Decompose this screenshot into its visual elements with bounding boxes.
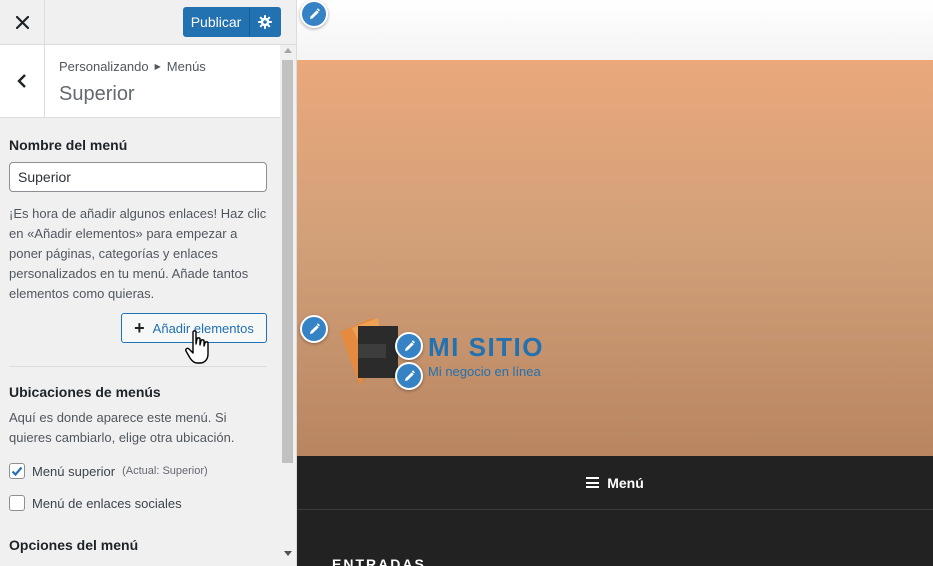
publish-settings-button[interactable] [249, 7, 281, 37]
menu-name-label: Nombre del menú [9, 137, 128, 153]
location-social-menu[interactable]: Menú de enlaces sociales [9, 495, 182, 511]
section-title: Superior [59, 83, 135, 105]
edit-shortcut-logo-button[interactable] [300, 315, 328, 343]
menu-name-input[interactable] [9, 162, 267, 192]
navigation-toggle[interactable]: Menú [297, 456, 933, 510]
preview-top-bar [297, 0, 933, 60]
section-header: Personalizando ▶ Menús Superior [0, 45, 280, 118]
menu-options-title: Opciones del menú [9, 537, 139, 553]
triangle-right-icon: ▶ [154, 62, 161, 71]
edit-shortcut-header-button[interactable] [300, 0, 328, 28]
customizer-sidebar: Publicar Personalizando ▶ Menús Superior… [0, 0, 297, 566]
scroll-up-arrow-icon[interactable] [284, 48, 292, 53]
location-top-menu-label: Menú superior [32, 463, 116, 479]
scroll-down-arrow-icon[interactable] [284, 551, 292, 556]
location-top-menu-checkbox[interactable] [9, 463, 25, 479]
help-text: ¡Es hora de añadir algunos enlaces! Haz … [9, 206, 267, 301]
site-tagline[interactable]: Mi negocio en línea [428, 364, 541, 379]
sidebar-scrollbar[interactable] [280, 45, 296, 566]
divider [9, 366, 267, 367]
location-top-menu-current: (Actual: Superior) [122, 465, 208, 477]
site-title[interactable]: MI SITIO [428, 332, 544, 363]
edit-shortcut-title-button[interactable] [395, 332, 423, 360]
scrollbar-thumb[interactable] [282, 60, 293, 463]
checkmark-icon [11, 466, 23, 477]
publish-button[interactable]: Publicar [183, 7, 249, 37]
pencil-icon [404, 369, 415, 381]
close-button[interactable] [0, 0, 45, 44]
entries-heading: ENTRADAS [332, 556, 426, 566]
pencil-icon [404, 339, 415, 351]
gear-icon [258, 15, 272, 29]
publish-group: Publicar [183, 7, 281, 37]
back-button[interactable] [0, 45, 45, 117]
breadcrumb-current: Menús [166, 59, 206, 74]
breadcrumb: Personalizando ▶ Menús [59, 59, 206, 74]
menu-locations-description: Aquí es donde aparece este menú. Si quie… [9, 410, 235, 445]
add-items-button[interactable]: + Añadir elementos [121, 313, 267, 343]
site-preview: MI SITIO Mi negocio en línea Menú ENTRAD… [297, 0, 933, 566]
content-area: ENTRADAS [297, 510, 933, 566]
plus-icon: + [134, 318, 145, 338]
location-social-menu-checkbox[interactable] [9, 495, 25, 511]
pencil-icon [309, 7, 320, 19]
close-icon [15, 15, 29, 29]
add-items-label: Añadir elementos [152, 320, 254, 336]
chevron-left-icon [17, 74, 26, 88]
pencil-icon [309, 322, 320, 334]
breadcrumb-root: Personalizando [59, 59, 149, 74]
location-top-menu[interactable]: Menú superior (Actual: Superior) [9, 463, 208, 479]
edit-shortcut-tagline-button[interactable] [395, 362, 423, 390]
location-social-menu-label: Menú de enlaces sociales [32, 495, 182, 511]
nav-menu-label: Menú [607, 474, 644, 491]
menu-locations-title: Ubicaciones de menús [9, 384, 161, 400]
hamburger-icon [586, 477, 600, 488]
header-image: MI SITIO Mi negocio en línea [297, 60, 933, 456]
customizer-header: Publicar [0, 0, 296, 45]
site-logo[interactable] [340, 318, 402, 388]
